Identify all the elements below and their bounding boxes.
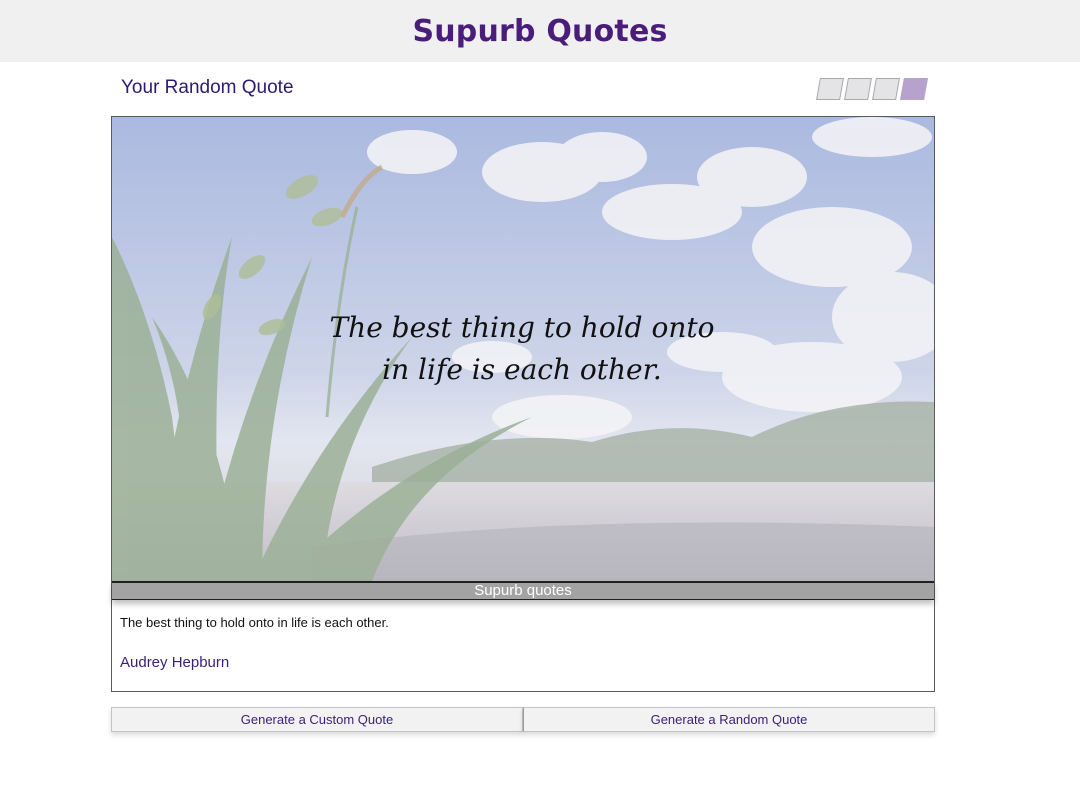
action-buttons: Generate a Custom Quote Generate a Rando… (111, 707, 935, 732)
quote-overlay-text: The best thing to hold onto in life is e… (329, 311, 715, 386)
theme-swatch-2[interactable] (844, 78, 872, 100)
site-title: Supurb Quotes (412, 13, 668, 49)
quote-background-image: The best thing to hold onto in life is e… (112, 117, 934, 581)
theme-swatch-4-active[interactable] (900, 78, 928, 100)
theme-swatch-3[interactable] (872, 78, 900, 100)
theme-swatch-1[interactable] (816, 78, 844, 100)
quote-author: Audrey Hepburn (120, 654, 230, 671)
quote-card: The best thing to hold onto in life is e… (111, 116, 935, 692)
top-header: Supurb Quotes (0, 0, 1080, 62)
generate-random-quote-button[interactable]: Generate a Random Quote (523, 707, 935, 732)
quote-caption-bar: Supurb quotes (112, 581, 934, 600)
quote-text: The best thing to hold onto in life is e… (120, 615, 389, 630)
theme-swatches (816, 78, 928, 100)
generate-custom-quote-button[interactable]: Generate a Custom Quote (111, 707, 523, 732)
section-title: Your Random Quote (121, 77, 294, 98)
